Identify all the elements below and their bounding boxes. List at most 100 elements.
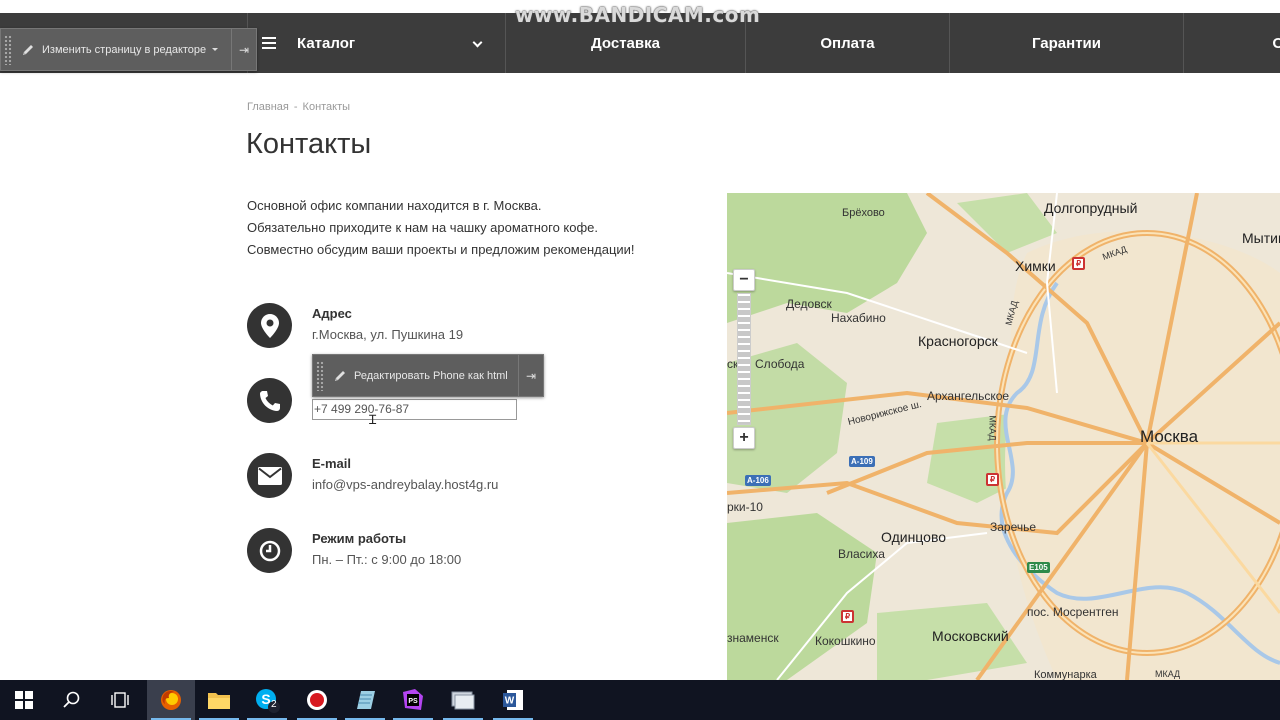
svg-text:W: W bbox=[505, 696, 515, 707]
task-view-button[interactable] bbox=[96, 680, 144, 720]
map-zoom-control: − + bbox=[733, 269, 755, 449]
zoom-slider[interactable] bbox=[737, 293, 751, 425]
nav-payment-label: Оплата bbox=[820, 34, 875, 52]
edit-page-button[interactable]: Изменить страницу в редакторе bbox=[20, 42, 219, 58]
taskbar-phpstorm[interactable]: PS bbox=[389, 680, 437, 720]
nav-payment[interactable]: Оплата bbox=[745, 13, 949, 73]
notepad-icon bbox=[357, 691, 375, 709]
page-title: Контакты bbox=[246, 128, 372, 160]
search-button[interactable] bbox=[48, 680, 96, 720]
drag-handle[interactable] bbox=[4, 34, 12, 65]
taskbar-skype[interactable]: S 2 bbox=[243, 680, 291, 720]
taskbar-file-explorer[interactable] bbox=[195, 680, 243, 720]
nav-about-label: О bbox=[1272, 34, 1280, 52]
zoom-out-button[interactable]: − bbox=[733, 269, 755, 291]
nav-catalog-label: Каталог bbox=[297, 34, 356, 52]
address-value: г.Москва, ул. Пушкина 19 bbox=[312, 327, 464, 342]
map-label-gorki: рки-10 bbox=[727, 500, 763, 514]
map-label-odintsovo: Одинцово bbox=[881, 529, 947, 545]
task-view-icon bbox=[111, 692, 129, 708]
map-label-kommunarka: Коммунарка bbox=[1034, 669, 1097, 680]
folder-icon bbox=[208, 693, 230, 709]
drag-handle[interactable] bbox=[316, 360, 324, 391]
taskbar: S 2 PS W bbox=[0, 680, 1280, 720]
intro-line: Совместно обсудим ваши проекты и предлож… bbox=[247, 242, 635, 257]
pin-icon[interactable]: ⇥ bbox=[518, 355, 543, 396]
search-icon bbox=[63, 691, 80, 708]
map-label-mytishchi: Мытищ bbox=[1242, 230, 1280, 246]
address-label: Адрес bbox=[312, 306, 352, 321]
map-label-kokoshkino: Кокошкино bbox=[815, 634, 876, 648]
map-label-moskovsky: Московский bbox=[932, 628, 1009, 644]
phone-field[interactable]: +7 499 290-76-87 bbox=[312, 399, 517, 420]
windows-icon bbox=[15, 691, 33, 709]
svg-text:PS: PS bbox=[408, 698, 418, 705]
taskbar-word[interactable]: W bbox=[489, 680, 537, 720]
word-icon: W bbox=[503, 690, 523, 710]
road-shield-icon: ₽ bbox=[841, 610, 854, 623]
chevron-down-icon bbox=[472, 37, 483, 48]
taskbar-app[interactable] bbox=[439, 680, 487, 720]
nav-guarantees-label: Гарантии bbox=[1031, 34, 1101, 52]
caret-down-icon bbox=[212, 48, 219, 51]
taskbar-notepad[interactable] bbox=[341, 680, 389, 720]
map[interactable]: Брёхово Долгопрудный Мытищ Химки МКАД Де… bbox=[727, 193, 1280, 680]
phone-editor-toolbar: Редактировать Phone как html ⇥ bbox=[312, 354, 544, 397]
breadcrumb-current: Контакты bbox=[302, 101, 351, 113]
road-shield-icon: ₽ bbox=[986, 473, 999, 486]
edit-phone-button[interactable]: Редактировать Phone как html bbox=[332, 368, 508, 384]
map-label-krasnogorsk: Красногорск bbox=[918, 333, 998, 349]
breadcrumb: Главная - Контакты bbox=[247, 101, 350, 113]
hours-value: Пн. – Пт.: с 9:00 до 18:00 bbox=[312, 552, 462, 567]
intro-line: Основной офис компании находится в г. Мо… bbox=[247, 198, 542, 213]
map-label-khimki: Химки bbox=[1015, 258, 1056, 274]
intro-text: Основной офис компании находится в г. Мо… bbox=[247, 195, 635, 261]
window-stack-icon bbox=[451, 691, 475, 710]
location-pin-icon bbox=[247, 303, 292, 348]
map-label-znamensk: знаменск bbox=[727, 631, 779, 645]
nav-guarantees[interactable]: Гарантии bbox=[949, 13, 1183, 73]
edit-phone-label: Редактировать Phone как html bbox=[354, 369, 508, 382]
envelope-icon bbox=[247, 453, 292, 498]
text-cursor-icon: Ɪ bbox=[369, 412, 377, 427]
intro-line: Обязательно приходите к нам на чашку аро… bbox=[247, 220, 599, 235]
map-label-dolgoprudny: Долгопрудный bbox=[1044, 200, 1138, 216]
page-editor-toolbar: Изменить страницу в редакторе ⇥ bbox=[0, 28, 257, 71]
map-label-nakhabino: Нахабино bbox=[831, 311, 886, 325]
map-label-dedovsk: Дедовск bbox=[786, 297, 832, 311]
record-icon bbox=[307, 690, 327, 710]
road-shield-icon: ₽ bbox=[1072, 257, 1085, 270]
start-button[interactable] bbox=[0, 680, 48, 720]
map-label-mkad-bottom: МКАД bbox=[1155, 669, 1181, 679]
pencil-icon bbox=[23, 44, 33, 55]
clock-icon bbox=[247, 528, 292, 573]
breadcrumb-separator: - bbox=[293, 101, 298, 113]
taskbar-firefox[interactable] bbox=[147, 680, 195, 720]
map-label-vlasikha: Власиха bbox=[838, 547, 885, 561]
email-label: E-mail bbox=[312, 456, 352, 471]
map-label-mkad-west: МКАД bbox=[987, 415, 998, 441]
map-label-brekhovo: Брёхово bbox=[842, 207, 885, 219]
phone-icon bbox=[247, 378, 292, 423]
road-badge-e105: E105 bbox=[1027, 562, 1050, 573]
map-label-moskva: Москва bbox=[1140, 427, 1199, 446]
phpstorm-icon: PS bbox=[403, 689, 423, 710]
skype-badge: 2 bbox=[271, 699, 277, 710]
nav-catalog[interactable]: Каталог bbox=[247, 13, 505, 73]
nav-about[interactable]: О bbox=[1183, 13, 1280, 73]
map-label-arkhangelskoe: Архангельское bbox=[927, 389, 1010, 403]
taskbar-bandicam[interactable] bbox=[293, 680, 341, 720]
road-badge-a106: A-106 bbox=[745, 475, 771, 486]
zoom-in-button[interactable]: + bbox=[733, 427, 755, 449]
map-label-zarechye: Заречье bbox=[990, 520, 1037, 534]
edit-page-label: Изменить страницу в редакторе bbox=[42, 43, 207, 56]
hours-label: Режим работы bbox=[312, 531, 407, 546]
road-badge-a109: A-109 bbox=[849, 456, 875, 467]
email-value[interactable]: info@vps-andreybalay.host4g.ru bbox=[312, 477, 498, 492]
firefox-icon bbox=[161, 690, 181, 710]
bandicam-watermark: www.BANDICAM.com bbox=[515, 3, 761, 27]
pencil-icon bbox=[335, 370, 345, 381]
pin-icon[interactable]: ⇥ bbox=[231, 29, 256, 70]
map-label-posmosrentgen: пос. Мосрентген bbox=[1027, 605, 1119, 619]
breadcrumb-home[interactable]: Главная bbox=[247, 101, 289, 113]
